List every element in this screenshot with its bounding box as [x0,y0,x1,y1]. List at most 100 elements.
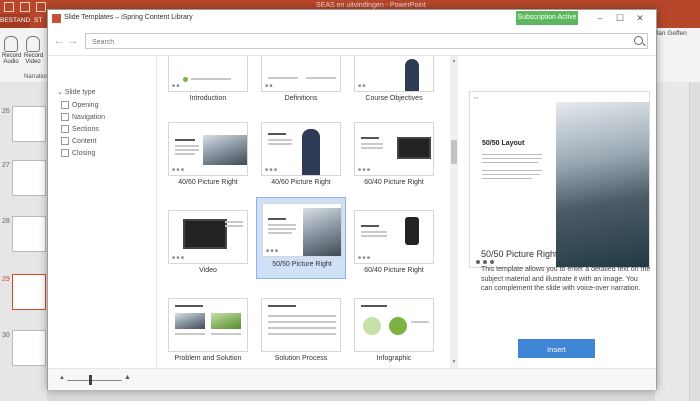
template-card[interactable]: ■ ■ ■ 40/60 Picture Right [163,114,253,196]
filter-sections[interactable]: Sections [61,125,99,133]
ribbon-tab[interactable]: ST [34,14,42,28]
checkbox[interactable] [61,113,69,121]
dialog-titlebar: Slide Templates – iSpring Content Librar… [48,10,656,27]
template-thumbnail [168,298,248,352]
ispring-logo-icon [52,14,61,23]
undo-icon[interactable] [20,2,30,12]
slide-type-filter: ⌄ Slide type Opening Navigation Sections… [48,56,157,368]
template-label: 50/50 Picture Right [272,261,332,268]
template-label: Video [199,267,217,274]
chevron-down-icon: ⌄ [57,89,63,96]
template-thumbnail [354,298,434,352]
slide-number: 29 [2,276,10,283]
template-card-selected[interactable]: ■ ■ ■ 50/50 Picture Right [256,197,346,279]
subscription-badge[interactable]: Subscription Active [516,11,578,25]
template-thumbnail: ■ ■ [261,56,341,92]
grid-scrollbar[interactable]: ▲ ▼ [450,56,458,368]
template-thumbnail: ■ ■ [168,56,248,92]
preview-image: ▪▪▪ 50/50 Layout [469,91,650,268]
search-input[interactable] [90,35,634,49]
filter-navigation[interactable]: Navigation [61,113,105,121]
template-thumbnail: ■ ■ [354,56,434,92]
template-thumbnail: ■ ■ ■ [354,210,434,264]
scroll-down-icon[interactable]: ▼ [451,359,457,365]
filter-opening[interactable]: Opening [61,101,98,109]
slide-thumbnail[interactable] [12,330,46,366]
slide-thumbnail[interactable] [12,160,46,196]
record-video-button[interactable]: Record Video [24,36,43,65]
template-grid: ■ ■ Introduction ■ ■ Definitions ■ ■ Cou… [158,56,448,368]
editor-scrollbar[interactable] [689,82,700,401]
slide-thumbnail-selected[interactable] [12,274,46,310]
minimize-icon[interactable]: – [592,12,608,24]
insert-button[interactable]: Insert [518,339,595,358]
search-box[interactable] [85,33,648,49]
template-card[interactable]: ■ ■ Course Objectives [349,56,439,112]
checkbox[interactable] [61,137,69,145]
template-label: Solution Process [274,355,328,362]
user-name[interactable]: Jan Geffen [655,30,687,37]
ribbon-group-label: Narration [24,74,49,80]
template-thumbnail: ■ ■ ■ [262,203,342,257]
template-label: Course Objectives [365,95,423,102]
template-card[interactable]: ■ ■ Introduction [163,56,253,112]
close-icon[interactable]: ✕ [632,12,648,24]
camera-icon [26,36,40,52]
template-preview-panel: ▪▪▪ 50/50 Layout 50/50 Picture Right Thi… [460,56,656,368]
zoom-slider-handle[interactable] [89,375,92,385]
filter-heading[interactable]: ⌄ Slide type [57,88,96,96]
template-label: Definitions [284,95,318,102]
slide-number: 30 [2,332,10,339]
template-label: 40/60 Picture Right [178,179,238,186]
template-card[interactable]: Solution Process [256,290,346,368]
preview-slide-title: 50/50 Layout [482,140,525,147]
microphone-icon [4,36,18,52]
slide-thumbnail[interactable] [12,216,46,252]
template-label: 60/40 Picture Right [364,267,424,274]
maximize-icon[interactable]: ☐ [612,12,628,24]
slide-templates-dialog: Slide Templates – iSpring Content Librar… [47,9,657,390]
file-tab[interactable]: BESTAND [0,14,30,28]
save-icon[interactable] [4,2,14,12]
checkbox[interactable] [61,149,69,157]
template-thumbnail: ■ ■ ■ [168,122,248,176]
filter-closing[interactable]: Closing [61,149,95,157]
slide-thumbnail[interactable] [12,106,46,142]
dialog-title: Slide Templates – iSpring Content Librar… [64,14,193,21]
back-arrow-icon[interactable]: ← [53,35,65,47]
template-label: 40/60 Picture Right [271,179,331,186]
checkbox[interactable] [61,125,69,133]
template-label: Infographic [376,355,412,362]
template-thumbnail: ■ ■ ■ [261,122,341,176]
zoom-slider-track[interactable] [67,380,122,381]
preview-brand: ▪▪▪ [474,95,479,100]
record-audio-button[interactable]: Record Audio [2,36,21,65]
filter-content[interactable]: Content [61,137,97,145]
template-label: Introduction [189,95,227,102]
dialog-statusbar: ▲ ▲ [48,368,656,390]
template-card[interactable]: ■ ■ ■ 40/60 Picture Right [256,114,346,196]
zoom-in-icon[interactable]: ▲ [124,374,131,381]
checkbox[interactable] [61,101,69,109]
scroll-up-icon[interactable]: ▲ [451,58,457,64]
zoom-out-icon[interactable]: ▲ [59,375,65,381]
template-card[interactable]: ■ ■ ■ 60/40 Picture Right [349,202,439,284]
slide-number: 26 [2,108,10,115]
scrollbar-thumb[interactable] [451,140,457,164]
template-card[interactable]: ■ ■ ■ 60/40 Picture Right [349,114,439,196]
template-card[interactable]: Problem and Solution [163,290,253,368]
template-card[interactable]: Infographic [349,290,439,368]
preview-template-name: 50/50 Picture Right [481,249,558,259]
template-label: Problem and Solution [174,355,242,362]
forward-arrow-icon[interactable]: → [67,35,79,47]
template-card[interactable]: ■ ■ Definitions [256,56,346,112]
redo-icon[interactable] [36,2,46,12]
template-card[interactable]: ■ ■ ■ Video [163,202,253,284]
preview-photo [556,102,649,267]
template-thumbnail: ■ ■ ■ [354,122,434,176]
dialog-toolbar: ← → [48,29,656,56]
slide-number: 27 [2,162,10,169]
template-label: 60/40 Picture Right [364,179,424,186]
powerpoint-title: SEAS en uitvindingen - PowerPoint [316,2,426,9]
search-icon[interactable] [634,36,643,45]
